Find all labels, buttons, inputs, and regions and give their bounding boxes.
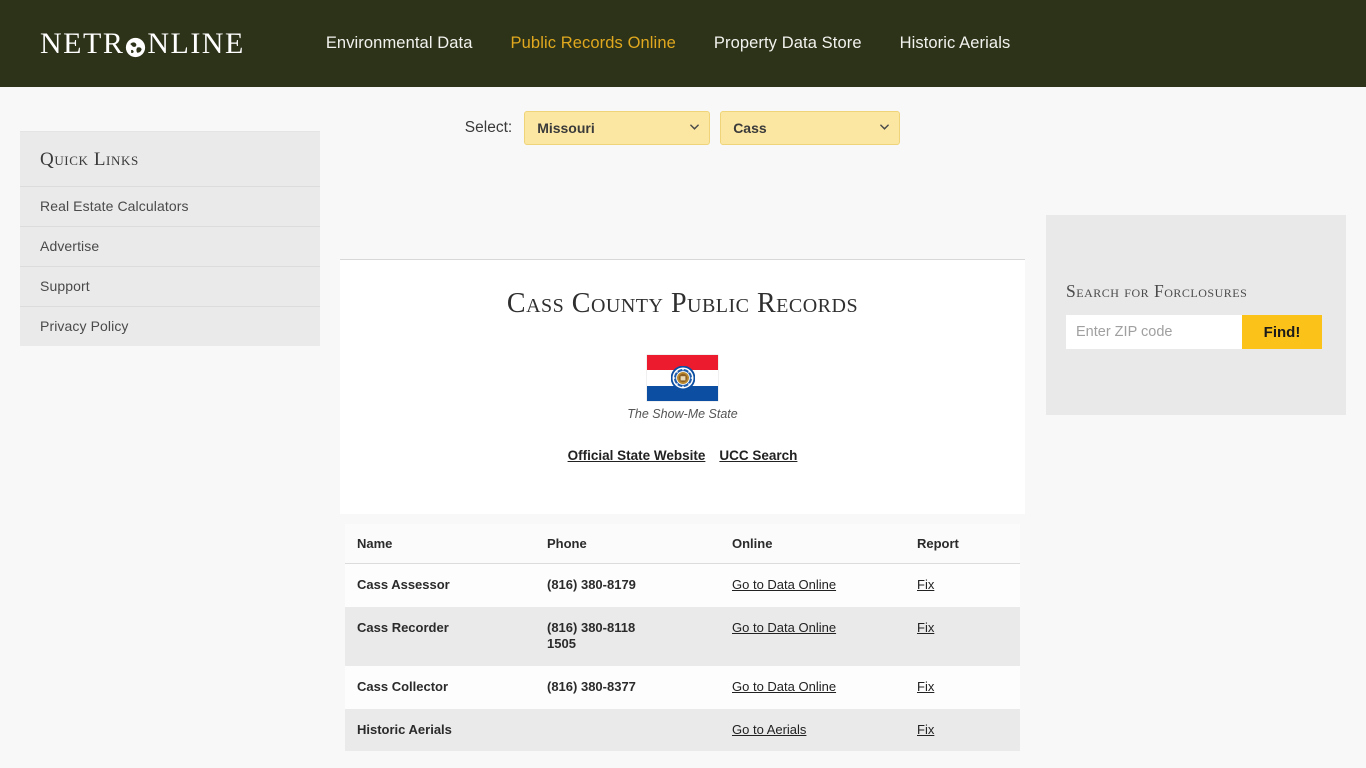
county-select-wrapper: Cass: [720, 111, 901, 145]
quick-links-title: Quick Links: [40, 149, 139, 170]
table-row: Historic Aerials Go to Aerials Fix: [345, 708, 1020, 752]
select-bar: Select: Missouri Cass: [340, 111, 1025, 145]
fix-link[interactable]: Fix: [917, 620, 934, 635]
site-logo[interactable]: NETR NLINE: [40, 24, 245, 64]
cell-phone: (816) 380-8118 1505: [535, 606, 720, 666]
table-row: Cass Recorder (816) 380-8118 1505 Go to …: [345, 606, 1020, 666]
column-header-phone: Phone: [535, 524, 720, 564]
cell-online: Go to Aerials: [720, 708, 905, 752]
foreclosure-search-form: Find!: [1066, 315, 1346, 349]
cell-phone: [535, 708, 720, 752]
cell-name: Historic Aerials: [345, 708, 535, 752]
fix-link[interactable]: Fix: [917, 577, 934, 592]
main-navigation: Environmental Data Public Records Online…: [307, 34, 1030, 53]
cell-online: Go to Data Online: [720, 606, 905, 666]
nav-item-public-records-online[interactable]: Public Records Online: [492, 34, 695, 53]
state-links: Official State Website UCC Search: [340, 448, 1025, 463]
table-body: Cass Assessor (816) 380-8179 Go to Data …: [345, 563, 1020, 752]
cell-phone: (816) 380-8179: [535, 563, 720, 607]
cell-report: Fix: [905, 708, 1020, 752]
cell-phone-number: (816) 380-8118: [547, 619, 636, 635]
nav-item-historic-aerials[interactable]: Historic Aerials: [881, 34, 1030, 53]
content-card: Cass County Public Records The Show-Me S…: [340, 259, 1025, 514]
sidebar-item-privacy-policy[interactable]: Privacy Policy: [20, 306, 320, 346]
fix-link[interactable]: Fix: [917, 722, 934, 737]
state-flag-missouri: [647, 355, 718, 401]
site-header: NETR NLINE Environmental Data Public Rec…: [0, 0, 1366, 87]
cell-phone-number: (816) 380-8377: [547, 678, 636, 694]
ucc-search-link[interactable]: UCC Search: [719, 448, 797, 463]
official-state-website-link[interactable]: Official State Website: [568, 448, 706, 463]
table-row: Cass Assessor (816) 380-8179 Go to Data …: [345, 563, 1020, 607]
page-body: Quick Links Real Estate Calculators Adve…: [0, 87, 1366, 768]
cell-name: Cass Recorder: [345, 606, 535, 666]
column-header-report: Report: [905, 524, 1020, 564]
cell-report: Fix: [905, 606, 1020, 666]
go-to-aerials-link[interactable]: Go to Aerials: [732, 722, 806, 737]
logo-text-before: NETR: [40, 26, 125, 60]
find-button[interactable]: Find!: [1242, 315, 1322, 349]
foreclosure-search-title: Search for Forclosures: [1066, 281, 1248, 301]
select-label: Select:: [464, 119, 513, 136]
logo-text-after: NLINE: [147, 26, 245, 60]
records-table: Name Phone Online Report Cass Assessor (…: [345, 524, 1020, 752]
state-select-wrapper: Missouri: [524, 111, 711, 145]
county-select[interactable]: Cass: [720, 111, 901, 145]
foreclosure-search-panel: Search for Forclosures Find!: [1046, 215, 1346, 415]
state-seal-icon: [670, 366, 695, 390]
go-to-data-online-link[interactable]: Go to Data Online: [732, 679, 836, 694]
go-to-data-online-link[interactable]: Go to Data Online: [732, 577, 836, 592]
column-header-online: Online: [720, 524, 905, 564]
cell-online: Go to Data Online: [720, 665, 905, 709]
logo-text: NETR NLINE: [40, 26, 245, 60]
state-select[interactable]: Missouri: [524, 111, 711, 145]
zip-code-input[interactable]: [1066, 315, 1242, 349]
globe-icon: [125, 34, 146, 58]
table-row: Cass Collector (816) 380-8377 Go to Data…: [345, 665, 1020, 709]
cell-name: Cass Collector: [345, 665, 535, 709]
cell-report: Fix: [905, 665, 1020, 709]
cell-phone: (816) 380-8377: [535, 665, 720, 709]
sidebar-item-real-estate-calculators[interactable]: Real Estate Calculators: [20, 186, 320, 226]
table-head: Name Phone Online Report: [345, 524, 1020, 564]
quick-links-panel: Quick Links Real Estate Calculators Adve…: [20, 131, 320, 346]
column-header-name: Name: [345, 524, 535, 564]
cell-online: Go to Data Online: [720, 563, 905, 607]
nav-item-environmental-data[interactable]: Environmental Data: [307, 34, 492, 53]
cell-phone-number: (816) 380-8179: [547, 577, 636, 592]
cell-phone-ext: 1505: [547, 636, 576, 652]
cell-report: Fix: [905, 563, 1020, 607]
page-title: Cass County Public Records: [506, 288, 859, 319]
go-to-data-online-link[interactable]: Go to Data Online: [732, 620, 836, 635]
sidebar-item-advertise[interactable]: Advertise: [20, 226, 320, 266]
nav-item-property-data-store[interactable]: Property Data Store: [695, 34, 881, 53]
fix-link[interactable]: Fix: [917, 679, 934, 694]
table-header-row: Name Phone Online Report: [345, 524, 1020, 564]
flag-caption: The Show-Me State: [627, 407, 738, 421]
cell-name: Cass Assessor: [345, 563, 535, 607]
sidebar-item-support[interactable]: Support: [20, 266, 320, 306]
